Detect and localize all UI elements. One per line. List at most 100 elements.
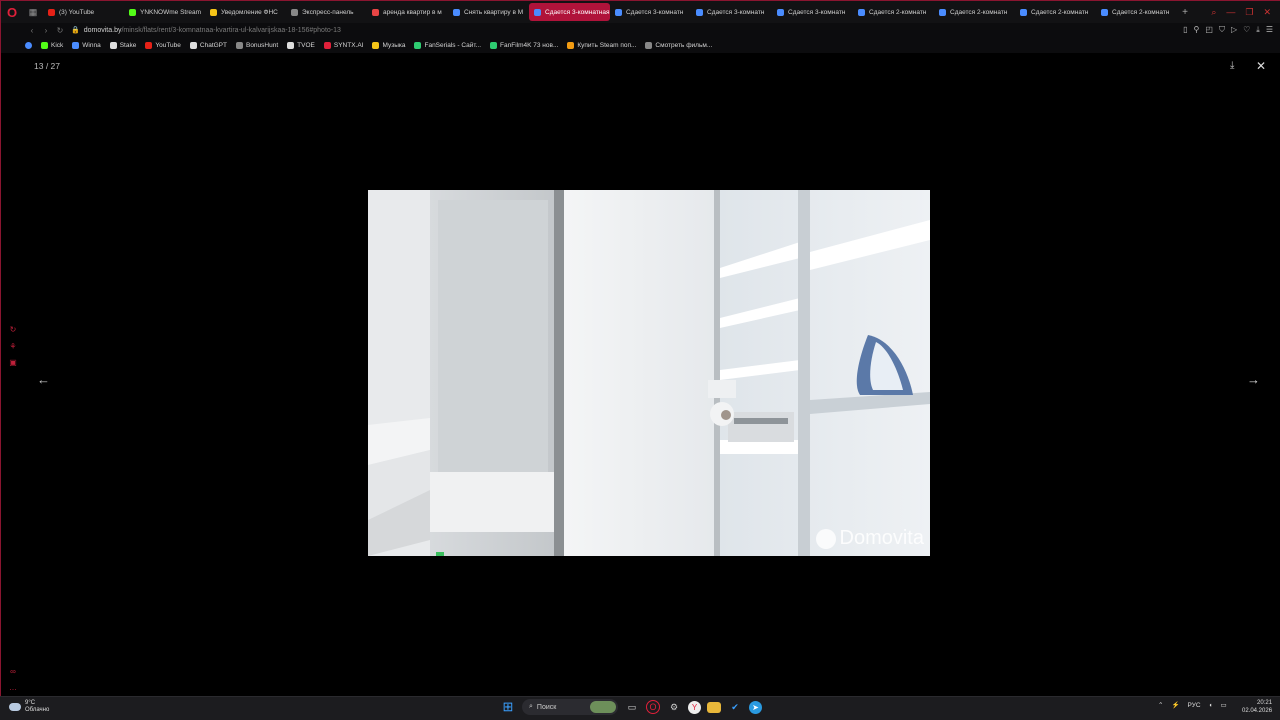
todo-taskbar-icon[interactable]: ✔ — [727, 699, 743, 715]
tab-favicon-icon — [48, 8, 55, 16]
bookmark-item[interactable]: Купить Steam поп... — [567, 41, 637, 49]
bookmark-favicon-icon — [490, 41, 498, 49]
bookmark-favicon-icon — [109, 41, 117, 49]
browser-tab[interactable]: Снять квартиру в М — [448, 3, 529, 21]
browser-tab[interactable]: Сдается 2-комнатн — [1096, 3, 1177, 21]
bookmark-item[interactable]: SYNTX.AI — [323, 41, 363, 49]
pin-icon[interactable]: ⚲ — [1194, 25, 1200, 35]
browser-tab[interactable]: Сдается 2-комнатн — [1015, 3, 1096, 21]
apartment-photo: Domovita — [368, 190, 930, 556]
browser-tab[interactable]: Сдается 3-комнатн — [691, 3, 772, 21]
tab-label: Сдается 3-комнатн — [707, 8, 765, 16]
new-tab-button[interactable]: + — [1177, 7, 1193, 18]
tray-chevron-icon[interactable]: ⌃ — [1158, 701, 1163, 709]
browser-tab[interactable]: аренда квартир в м — [367, 3, 448, 21]
browser-tab[interactable]: YNKNOWme Stream — [124, 3, 205, 21]
battery-icon[interactable]: ▭ — [1221, 701, 1227, 709]
bookmark-label: Музыка — [382, 41, 406, 49]
extensions-icon[interactable]: ⚘ — [8, 342, 18, 352]
bookmark-item[interactable]: YouTube — [145, 41, 181, 49]
browser-tab[interactable]: Сдается 3-комнатная кв — [529, 3, 610, 21]
bookmark-favicon-icon — [372, 41, 380, 49]
bookmark-label: FanSerials - Сайт... — [424, 41, 482, 49]
tab-label: (3) YouTube — [59, 8, 95, 16]
bookmark-heart-icon[interactable]: ♡ — [1243, 25, 1250, 35]
network-icon[interactable]: ⚡ — [1171, 701, 1179, 709]
minimize-icon[interactable]: — — [1226, 7, 1235, 18]
window-controls: ⌕ — ❐ ✕ — [1211, 7, 1280, 18]
forward-icon[interactable]: › — [39, 26, 53, 35]
tab-favicon-icon — [939, 8, 946, 16]
tab-favicon-icon — [615, 8, 622, 16]
browser-tab[interactable]: (3) YouTube — [43, 3, 124, 21]
bookmark-item[interactable]: TVOE — [287, 41, 315, 49]
easy-setup-icon[interactable]: ☰ — [1266, 25, 1273, 35]
explorer-taskbar-icon[interactable] — [707, 701, 721, 713]
next-photo-arrow-icon[interactable]: → — [1247, 372, 1260, 387]
clock-date: 02.04.2026 — [1242, 708, 1273, 714]
player-icon[interactable]: ▷ — [1231, 25, 1237, 35]
maximize-icon[interactable]: ❐ — [1245, 7, 1253, 18]
browser-tab[interactable]: Сдается 2-комнатн — [934, 3, 1015, 21]
volume-icon[interactable]: ◖ — [1209, 702, 1213, 709]
pinboards-icon[interactable]: ∞ — [8, 667, 18, 677]
language-indicator[interactable]: РУС — [1188, 702, 1201, 709]
bookmark-item[interactable]: ChatGPT — [189, 41, 227, 49]
back-icon[interactable]: ‹ — [25, 26, 39, 35]
browser-tab[interactable]: Сдается 2-комнатн — [853, 3, 934, 21]
clock[interactable]: 20:21 02.04.2026 — [1242, 699, 1272, 715]
opera-taskbar-icon[interactable]: O — [646, 700, 660, 714]
browser-tab[interactable]: Сдается 3-комнатн — [772, 3, 853, 21]
windows-start-icon[interactable]: ⊞ — [500, 699, 516, 715]
bookmark-item[interactable]: FanFilm4K 73 нов... — [490, 41, 558, 49]
vpn-icon[interactable]: ⛉ — [1219, 25, 1225, 35]
bookmark-item[interactable]: Winna — [72, 41, 101, 49]
tab-label: Сдается 3-комнатн — [626, 8, 684, 16]
tab-favicon-icon — [372, 8, 379, 16]
settings-icon[interactable]: ▣ — [8, 358, 18, 368]
bookmark-item[interactable]: Kick — [41, 41, 63, 49]
lock-icon[interactable]: 🔒 — [71, 26, 80, 34]
bookmark-item[interactable]: FanSerials - Сайт... — [414, 41, 482, 49]
search-tabs-icon[interactable]: ⌕ — [1211, 7, 1216, 18]
bookmark-item[interactable]: Музыка — [372, 41, 406, 49]
tab-favicon-icon — [858, 8, 865, 16]
side-panel: ↻ ⚘ ▣ ∞ … — [1, 53, 25, 697]
bookmark-label: Купить Steam поп... — [577, 41, 637, 49]
bookmark-favicon-icon — [323, 41, 331, 49]
bookmark-favicon-icon — [189, 41, 197, 49]
workspaces-icon[interactable]: ▦ — [23, 1, 43, 23]
cloud-icon — [9, 703, 21, 711]
yandex-taskbar-icon[interactable]: Y — [688, 700, 701, 714]
opera-logo-icon[interactable]: O — [1, 1, 23, 23]
bookmark-label: YouTube — [155, 41, 181, 49]
address-bar-tools: ▯ ⚲ ◰ ⛉ ▷ ♡ ⤓ ☰ — [1183, 25, 1280, 35]
browser-tab[interactable]: Уведомление ФНС — [205, 3, 286, 21]
bookmark-item[interactable]: BonusHunt — [235, 41, 279, 49]
task-view-icon[interactable]: ▭ — [624, 699, 640, 715]
bookmarks-apps-icon[interactable] — [25, 41, 32, 49]
steam-taskbar-icon[interactable]: ⚙ — [666, 699, 682, 715]
telegram-taskbar-icon[interactable]: ➤ — [749, 700, 762, 714]
taskbar-search[interactable]: ⌕ Поиск — [522, 699, 618, 715]
split-screen-icon[interactable]: ▯ — [1183, 25, 1187, 35]
close-lightbox-icon[interactable]: ✕ — [1256, 59, 1266, 73]
bookmark-item[interactable]: Stake — [109, 41, 136, 49]
snapshot-icon[interactable]: ◰ — [1205, 25, 1213, 35]
download-photo-icon[interactable]: ⤓ — [1230, 60, 1234, 71]
search-placeholder: Поиск — [536, 703, 557, 711]
url-field[interactable]: domovita.by/minsk/flats/rent/3-komnatnaa… — [84, 27, 341, 34]
bookmark-label: Winna — [82, 41, 101, 49]
browser-tab[interactable]: Сдается 3-комнатн — [610, 3, 691, 21]
tab-strip: O ▦ (3) YouTube YNKNOWme Stream Уведомлени… — [1, 1, 1280, 23]
download-icon[interactable]: ⤓ — [1256, 25, 1260, 35]
previous-photo-arrow-icon[interactable]: ← — [37, 372, 50, 387]
weather-widget[interactable]: 9°C Облачно — [9, 700, 49, 714]
history-icon[interactable]: ↻ — [8, 325, 18, 335]
more-icon[interactable]: … — [8, 683, 18, 693]
bookmark-item[interactable]: Смотреть фильм... — [645, 41, 712, 49]
browser-tab[interactable]: Экспресс-панель — [286, 3, 367, 21]
reload-icon[interactable]: ↻ — [53, 26, 67, 35]
close-window-icon[interactable]: ✕ — [1263, 7, 1271, 18]
bookmark-label: BonusHunt — [245, 41, 279, 49]
